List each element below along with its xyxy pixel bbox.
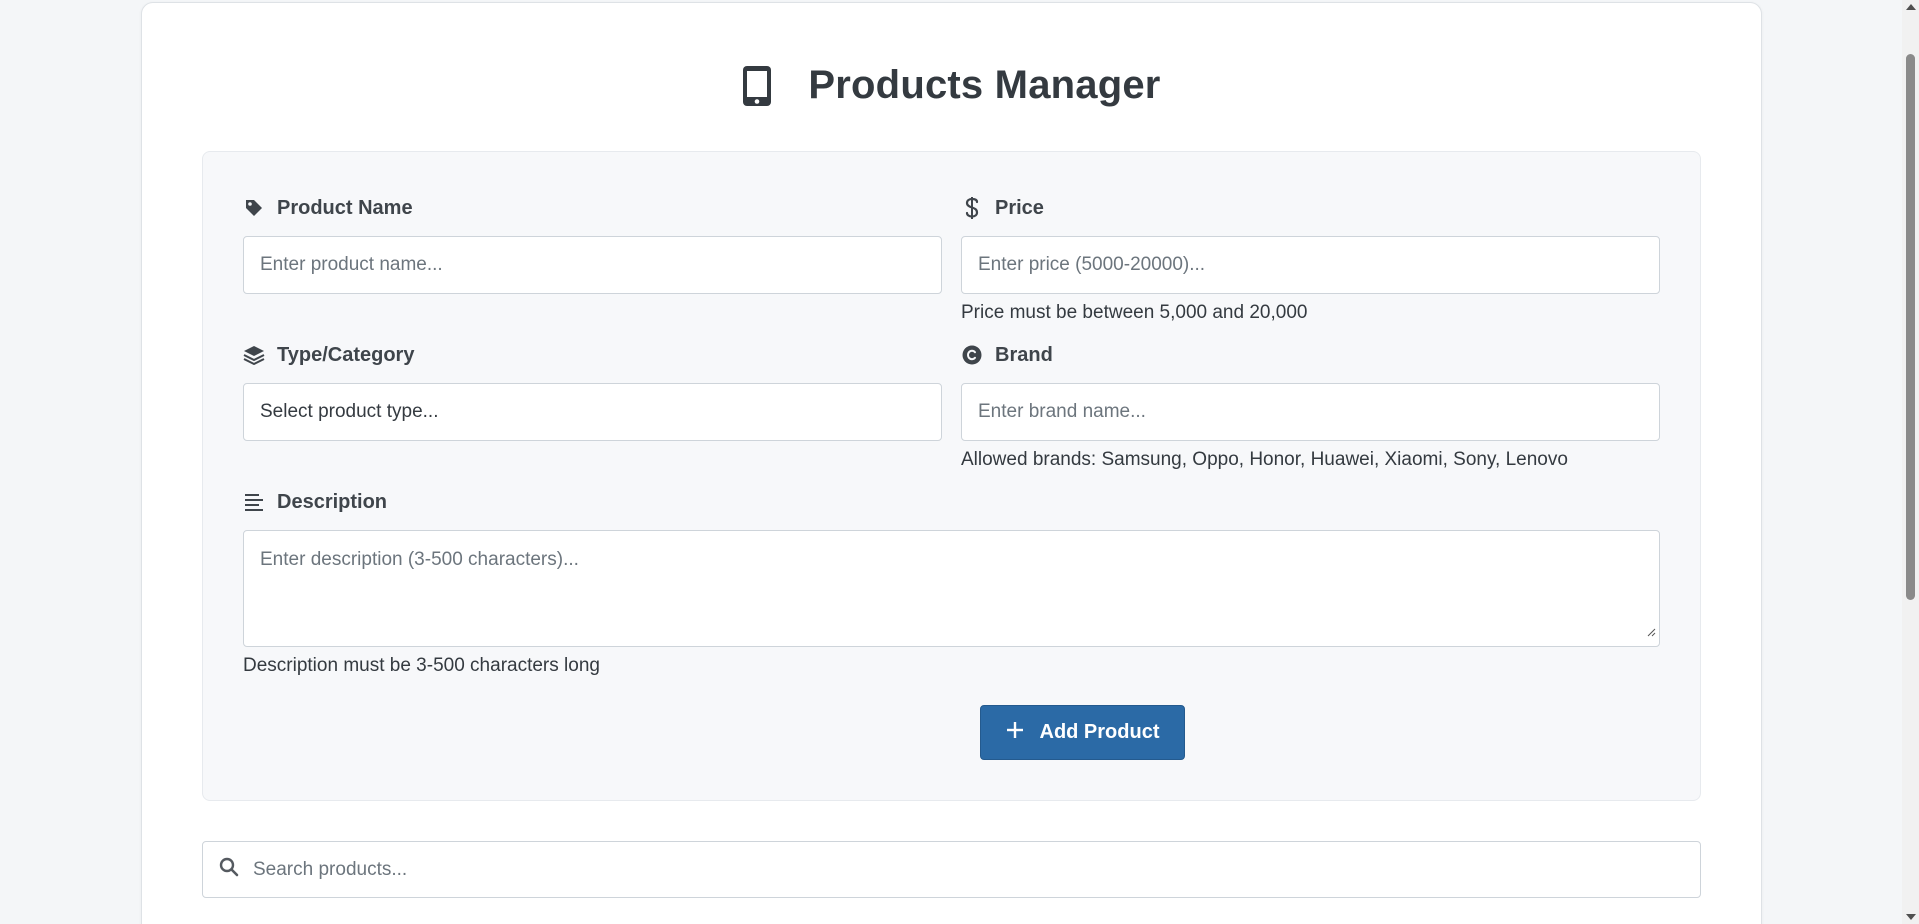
align-left-icon bbox=[243, 493, 265, 511]
description-placeholder: Enter description (3-500 characters)... bbox=[260, 549, 579, 570]
type-label: Type/Category bbox=[243, 341, 942, 369]
page-header: Products Manager bbox=[142, 63, 1761, 108]
price-group: Price Enter price (5000-20000)... Price … bbox=[961, 194, 1660, 324]
vertical-scrollbar[interactable] bbox=[1902, 0, 1919, 924]
price-placeholder: Enter price (5000-20000)... bbox=[978, 254, 1206, 275]
brand-placeholder: Enter brand name... bbox=[978, 401, 1146, 422]
scroll-up-icon[interactable] bbox=[1906, 4, 1916, 10]
brand-label: Brand bbox=[961, 341, 1660, 369]
product-form: Product Name Enter product name... Price bbox=[202, 151, 1701, 801]
brand-hint: Allowed brands: Samsung, Oppo, Honor, Hu… bbox=[961, 449, 1568, 470]
resize-grip-icon[interactable] bbox=[1646, 621, 1656, 643]
add-product-label: Add Product bbox=[1039, 721, 1160, 743]
description-group: Description Enter description (3-500 cha… bbox=[243, 488, 1660, 677]
search-placeholder: Search products... bbox=[253, 858, 408, 880]
description-label: Description bbox=[243, 488, 1660, 516]
mobile-phone-icon bbox=[742, 65, 772, 107]
description-hint: Description must be 3-500 characters lon… bbox=[243, 655, 600, 676]
main-card: Products Manager Product Name Enter prod… bbox=[141, 2, 1762, 924]
product-name-label: Product Name bbox=[243, 194, 942, 222]
price-hint: Price must be between 5,000 and 20,000 bbox=[961, 302, 1308, 323]
price-label-text: Price bbox=[995, 196, 1044, 219]
price-label: Price bbox=[961, 194, 1660, 222]
product-name-label-text: Product Name bbox=[277, 196, 413, 219]
price-input[interactable]: Enter price (5000-20000)... bbox=[961, 236, 1660, 294]
search-icon bbox=[219, 857, 239, 883]
product-name-input[interactable]: Enter product name... bbox=[243, 236, 942, 294]
brand-label-text: Brand bbox=[995, 343, 1053, 366]
scrollbar-thumb[interactable] bbox=[1906, 54, 1915, 600]
brand-input[interactable]: Enter brand name... bbox=[961, 383, 1660, 441]
product-name-placeholder: Enter product name... bbox=[260, 254, 443, 275]
search-input[interactable]: Search products... bbox=[202, 841, 1701, 898]
type-select-value: Select product type... bbox=[260, 401, 439, 422]
type-select[interactable]: Select product type... bbox=[243, 383, 942, 441]
plus-icon bbox=[1006, 721, 1024, 745]
page-title: Products Manager bbox=[808, 63, 1161, 107]
page: Products Manager Product Name Enter prod… bbox=[0, 0, 1919, 924]
description-textarea[interactable]: Enter description (3-500 characters)... bbox=[243, 530, 1660, 647]
scroll-down-icon[interactable] bbox=[1906, 914, 1916, 920]
copyright-icon bbox=[961, 345, 983, 365]
type-label-text: Type/Category bbox=[277, 343, 415, 366]
dollar-icon bbox=[961, 197, 983, 219]
brand-group: Brand Enter brand name... Allowed brands… bbox=[961, 341, 1660, 471]
description-label-text: Description bbox=[277, 490, 388, 513]
add-product-button[interactable]: Add Product bbox=[980, 705, 1185, 760]
type-group: Type/Category Select product type... bbox=[243, 341, 942, 441]
tag-icon bbox=[243, 198, 265, 218]
product-name-group: Product Name Enter product name... bbox=[243, 194, 942, 294]
layers-icon bbox=[243, 344, 265, 366]
